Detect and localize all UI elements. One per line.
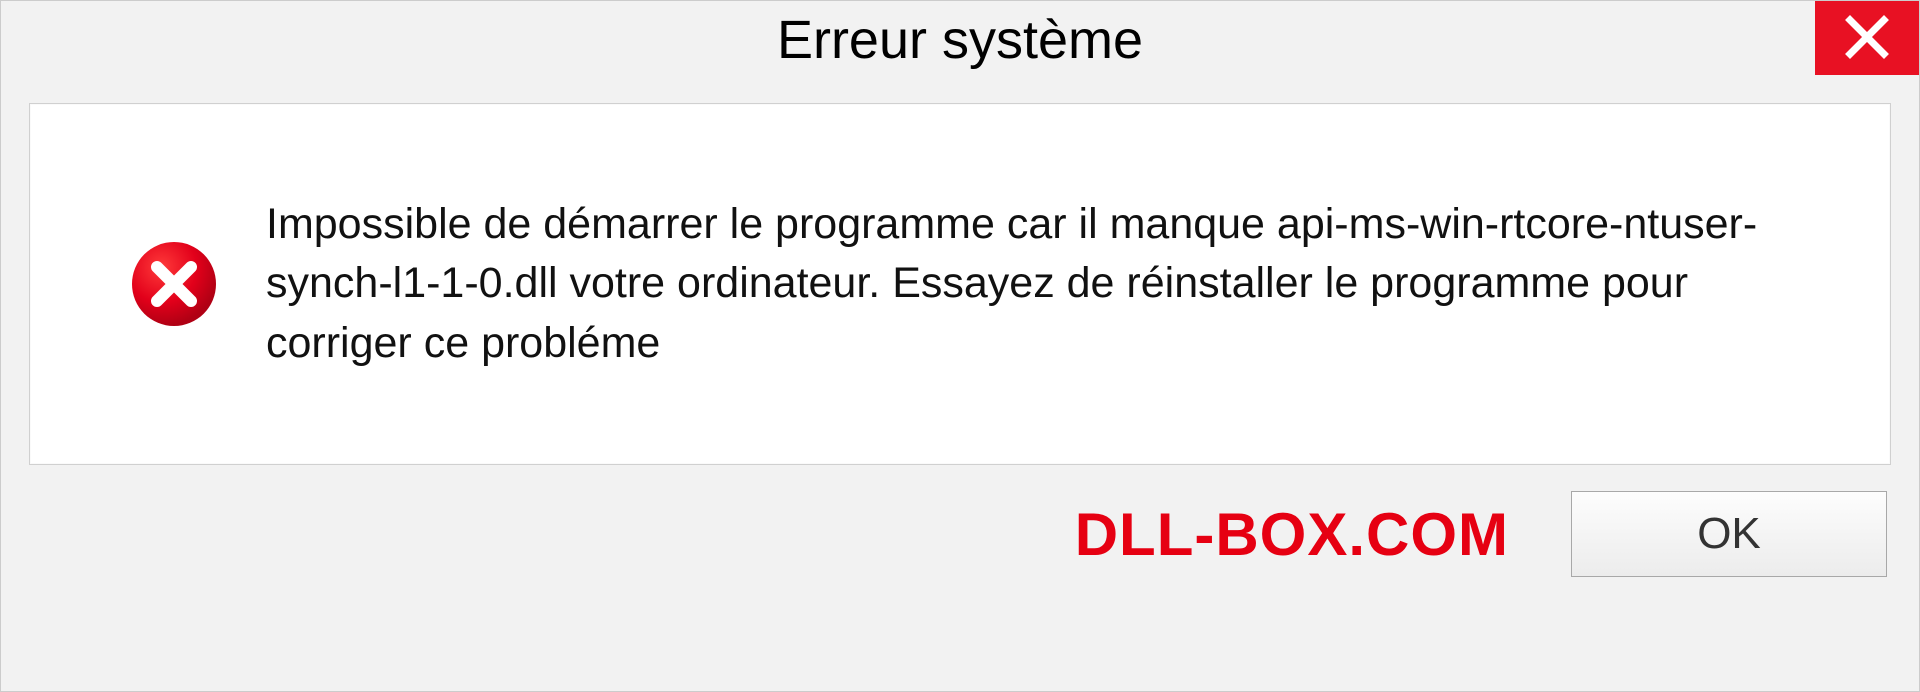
ok-button[interactable]: OK bbox=[1571, 491, 1887, 577]
close-button[interactable] bbox=[1815, 1, 1919, 75]
ok-button-label: OK bbox=[1697, 509, 1761, 559]
watermark-text: DLL-BOX.COM bbox=[1075, 500, 1509, 569]
dialog-footer: DLL-BOX.COM OK bbox=[1, 465, 1919, 577]
titlebar: Erreur système bbox=[1, 1, 1919, 91]
close-icon bbox=[1844, 14, 1890, 63]
dialog-title: Erreur système bbox=[777, 9, 1143, 71]
content-panel: Impossible de démarrer le programme car … bbox=[29, 103, 1891, 465]
error-icon bbox=[130, 240, 218, 328]
error-message: Impossible de démarrer le programme car … bbox=[266, 195, 1850, 373]
